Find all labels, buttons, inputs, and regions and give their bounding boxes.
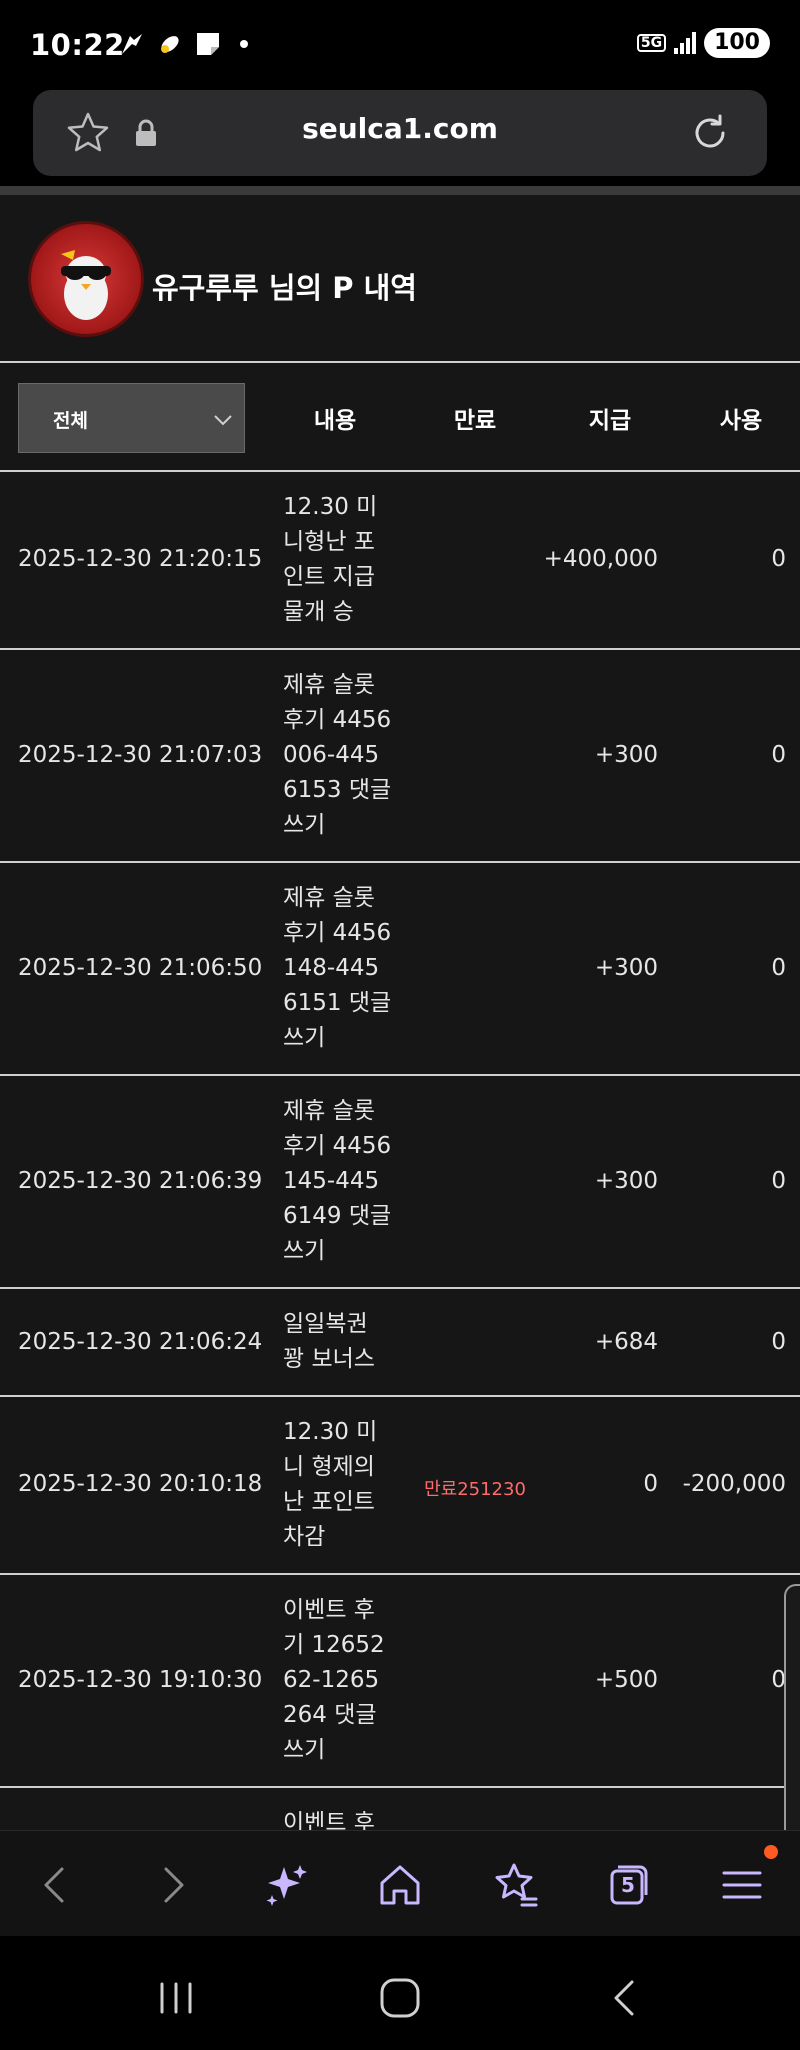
table-row: 2025-12-30 21:06:39 제휴 슬롯 후기 4456145-445… [0, 1076, 800, 1289]
avatar-image [61, 250, 111, 320]
row-give: +400,000 [543, 546, 658, 572]
row-use: 0 [771, 1667, 786, 1693]
home-nav-icon[interactable] [376, 1974, 424, 2022]
recent-apps-icon[interactable] [152, 1974, 200, 2022]
notification-icons [118, 30, 248, 58]
url-bar[interactable]: seulca1.com [33, 90, 767, 176]
row-desc: 일일복권 꽝 보너스 [283, 1311, 375, 1372]
more-notifications-dot [240, 40, 248, 48]
table-header: 전체 내용 만료 지급 사용 [0, 363, 800, 472]
reload-icon[interactable] [687, 110, 733, 156]
row-desc: 12.30 미니형난 포인트 지급 물개 승 [283, 494, 378, 625]
table-row: 2025-12-30 21:06:50 제휴 슬롯 후기 4456148-445… [0, 863, 800, 1076]
table-row: 2025-12-30 21:07:03 제휴 슬롯 후기 4456006-445… [0, 650, 800, 863]
table-row: 2025-12-30 19:10:30 이벤트 후기 1265262-12652… [0, 1575, 800, 1788]
row-use: 0 [771, 742, 786, 768]
row-desc: 제휴 슬롯 후기 4456148-4456151 댓글쓰기 [283, 885, 392, 1051]
row-desc: 제휴 슬롯 후기 4456006-4456153 댓글쓰기 [283, 672, 392, 838]
avatar [28, 221, 144, 337]
browser-url-bar-area: seulca1.com [0, 90, 800, 186]
page-title: 유구루루 님의 P 내역 [152, 271, 417, 305]
forward-icon[interactable] [144, 1857, 200, 1913]
header-expiry: 만료 [453, 408, 497, 434]
header-content: 내용 [313, 408, 357, 434]
browser-toolbar: 5 [0, 1830, 800, 1936]
page-content: 유구루루 님의 P 내역 전체 내용 만료 지급 사용 2025-12-30 2… [0, 186, 800, 1830]
table-row: 2025-12-30 20:10:18 12.30 미니 형제의 난 포인트 차… [0, 1397, 800, 1575]
row-give: +300 [594, 1168, 658, 1194]
bookmarks-icon[interactable] [486, 1857, 542, 1913]
table-row: 2025-12-30 21:20:15 12.30 미니형난 포인트 지급 물개… [0, 472, 800, 650]
app-notification-icon [122, 34, 142, 54]
table-row: 2025-12-30 21:06:24 일일복권 꽝 보너스 +684 0 [0, 1289, 800, 1397]
header-use: 사용 [719, 408, 763, 434]
divider [0, 186, 800, 195]
row-use: 0 [771, 1329, 786, 1355]
row-give: 0 [643, 1471, 658, 1497]
row-desc: 이벤트 후 [283, 1810, 375, 1830]
row-use: 0 [771, 546, 786, 572]
url-text[interactable]: seulca1.com [33, 112, 767, 145]
signal-icon [674, 32, 697, 54]
row-use: 0 [771, 955, 786, 981]
system-nav-bar [0, 1936, 800, 2050]
row-desc: 제휴 슬롯 후기 4456145-4456149 댓글쓰기 [283, 1098, 392, 1264]
row-date: 2025-12-30 21:06:24 [18, 1329, 263, 1355]
row-give: +500 [594, 1667, 658, 1693]
filter-select[interactable]: 전체 [18, 383, 245, 453]
row-date: 2025-12-30 21:20:15 [18, 546, 263, 572]
row-desc: 12.30 미니 형제의 난 포인트 차감 [283, 1419, 378, 1550]
network-5g-icon: 5G [636, 34, 667, 52]
notes-icon [197, 33, 219, 55]
chevron-down-icon [214, 415, 232, 426]
battery-indicator: 100 [704, 28, 770, 58]
app-notification-icon [161, 36, 179, 53]
status-right: 5G 100 [636, 28, 770, 58]
row-date: 2025-12-30 21:06:39 [18, 1168, 263, 1194]
tabs-count: 5 [621, 1873, 635, 1897]
profile-header: 유구루루 님의 P 내역 [0, 195, 800, 363]
menu-notification-badge [764, 1845, 778, 1859]
row-date: 2025-12-30 20:10:18 [18, 1471, 263, 1497]
back-nav-icon[interactable] [600, 1974, 648, 2022]
row-date: 2025-12-30 21:06:50 [18, 955, 263, 981]
row-date: 2025-12-30 21:07:03 [18, 742, 263, 768]
scroll-handle[interactable] [784, 1584, 800, 1854]
menu-button[interactable] [714, 1857, 770, 1913]
row-give: +684 [594, 1329, 658, 1355]
table-row: 이벤트 후 [0, 1788, 800, 1830]
header-give: 지급 [588, 408, 632, 434]
tabs-button[interactable]: 5 [600, 1857, 656, 1913]
back-icon[interactable] [28, 1857, 84, 1913]
filter-select-value: 전체 [53, 410, 88, 432]
menu-icon [722, 1871, 762, 1899]
sparkle-icon[interactable] [258, 1857, 314, 1913]
row-date: 2025-12-30 19:10:30 [18, 1667, 263, 1693]
home-icon[interactable] [372, 1857, 428, 1913]
row-give: +300 [594, 955, 658, 981]
row-give: +300 [594, 742, 658, 768]
row-desc: 이벤트 후기 1265262-1265264 댓글쓰기 [283, 1597, 385, 1763]
row-use: 0 [771, 1168, 786, 1194]
row-use: -200,000 [682, 1471, 786, 1497]
status-bar: 10:22 5G 100 [0, 0, 800, 90]
status-time: 10:22 [30, 28, 125, 62]
